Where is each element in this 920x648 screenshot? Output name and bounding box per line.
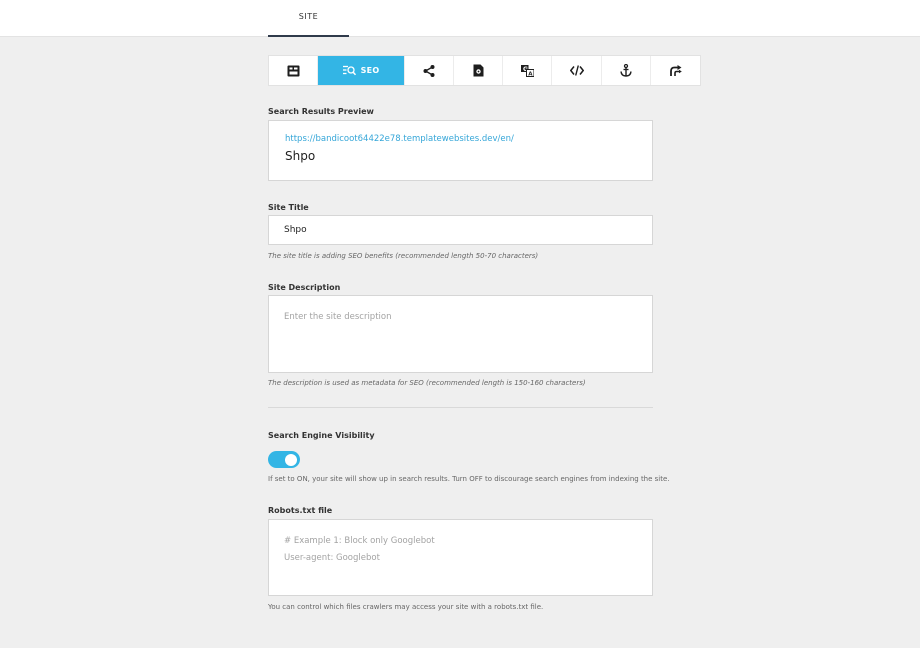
robots-placeholder-line-1: # Example 1: Block only Googlebot xyxy=(284,536,435,546)
share-button[interactable] xyxy=(405,56,455,85)
site-title-help: The site title is adding SEO benefits (r… xyxy=(268,252,539,260)
search-engine-visibility-toggle[interactable] xyxy=(268,451,300,468)
share-icon xyxy=(423,64,435,77)
robots-textarea[interactable]: # Example 1: Block only Googlebot User-a… xyxy=(268,519,653,596)
anchor-button[interactable] xyxy=(602,56,651,85)
anchor-icon xyxy=(620,64,632,77)
visibility-label: Search Engine Visibility xyxy=(268,431,375,440)
seo-tab-label: SEO xyxy=(360,66,380,75)
robots-placeholder-line-2: User-agent: Googlebot xyxy=(284,553,380,563)
site-title-value: Shpo xyxy=(284,225,307,235)
preview-title: Shpo xyxy=(285,149,316,163)
seo-tab-button[interactable]: SEO xyxy=(318,56,405,85)
svg-text:A: A xyxy=(528,71,533,77)
tab-site[interactable]: SITE xyxy=(268,0,349,37)
robots-help: You can control which files crawlers may… xyxy=(268,603,544,611)
robots-label: Robots.txt file xyxy=(268,506,333,515)
site-title-label: Site Title xyxy=(268,203,309,212)
page-settings-button[interactable] xyxy=(454,56,504,85)
top-bar: SITE xyxy=(0,0,920,37)
layout-button[interactable] xyxy=(269,56,319,85)
page-settings-icon xyxy=(473,64,484,77)
section-divider xyxy=(268,407,653,408)
site-description-label: Site Description xyxy=(268,283,341,292)
site-title-input[interactable]: Shpo xyxy=(268,215,653,245)
translate-icon: GA xyxy=(520,64,534,77)
redirect-icon xyxy=(669,64,682,77)
seo-search-icon xyxy=(342,65,356,76)
translate-button[interactable]: GA xyxy=(503,56,553,85)
site-description-textarea[interactable]: Enter the site description xyxy=(268,295,653,373)
code-icon xyxy=(569,65,584,76)
settings-toolbar: SEO GA xyxy=(268,55,701,86)
code-button[interactable] xyxy=(552,56,602,85)
search-results-preview: https://bandicoot64422e78.templatewebsit… xyxy=(268,120,653,181)
layout-icon xyxy=(287,65,300,77)
preview-url: https://bandicoot64422e78.templatewebsit… xyxy=(285,134,514,144)
visibility-help: If set to ON, your site will show up in … xyxy=(268,475,670,483)
preview-label: Search Results Preview xyxy=(268,107,374,116)
site-description-placeholder: Enter the site description xyxy=(284,312,392,322)
site-description-help: The description is used as metadata for … xyxy=(268,379,586,387)
redirect-button[interactable] xyxy=(651,56,700,85)
toggle-knob xyxy=(285,453,297,466)
